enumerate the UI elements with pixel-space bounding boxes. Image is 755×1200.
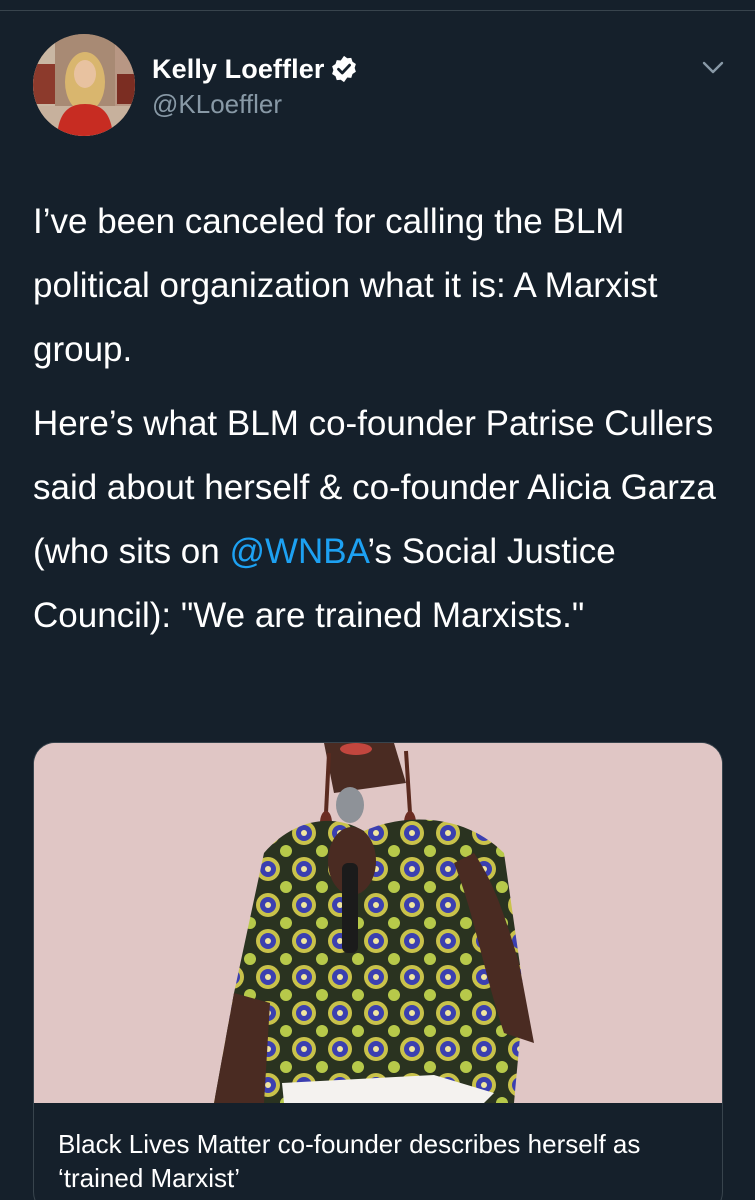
author-display-name[interactable]: Kelly Loeffler (152, 54, 324, 85)
tweet-author: Kelly Loeffler @KLoeffler (152, 52, 359, 120)
name-row: Kelly Loeffler (152, 52, 359, 86)
mention-link[interactable]: @WNBA (229, 532, 367, 571)
avatar-image (33, 34, 135, 136)
card-title: Black Lives Matter co-founder describes … (58, 1129, 641, 1193)
tweet-paragraph-2: Here’s what BLM co-founder Patrise Culle… (33, 392, 733, 648)
verified-badge-icon (329, 54, 359, 84)
chevron-down-icon[interactable] (700, 58, 726, 78)
tweet-page: Kelly Loeffler @KLoeffler I’ve been canc… (0, 0, 755, 1200)
tweet-text: I’ve been canceled for calling the BLM p… (33, 190, 733, 648)
link-card[interactable]: Black Lives Matter co-founder describes … (33, 742, 723, 1200)
avatar[interactable] (33, 34, 135, 136)
author-handle[interactable]: @KLoeffler (152, 89, 359, 120)
divider (0, 10, 755, 11)
card-image (34, 743, 722, 1103)
tweet-paragraph-1: I’ve been canceled for calling the BLM p… (33, 202, 658, 369)
